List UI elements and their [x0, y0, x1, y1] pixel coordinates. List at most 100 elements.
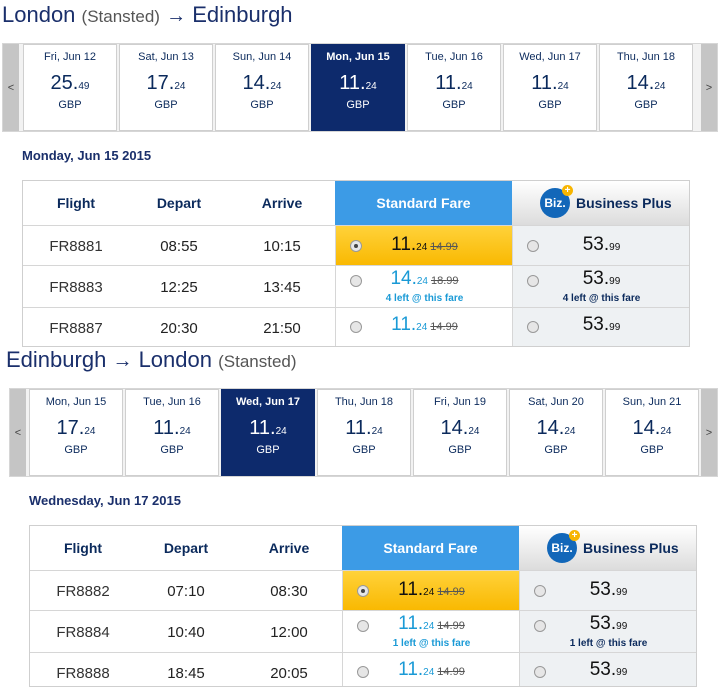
- selected-date-heading: Wednesday, Jun 17 2015: [29, 493, 181, 508]
- date-label: Wed, Jun 17: [519, 51, 581, 63]
- inbound-route-title: Edinburgh → London (Stansted): [6, 347, 297, 373]
- flight-number: FR8882: [56, 582, 110, 600]
- business-plus-option[interactable]: 53.99 1 left @ this fare: [519, 611, 696, 653]
- arrive-time: 20:05: [270, 664, 308, 682]
- date-label: Thu, Jun 18: [334, 396, 394, 408]
- date-tab-selected[interactable]: Mon, Jun 15 11.24 GBP: [311, 44, 405, 131]
- currency-label: GBP: [160, 444, 184, 456]
- next-dates-button[interactable]: >: [701, 44, 717, 131]
- date-tab[interactable]: Sat, Jun 20 14.24 GBP: [509, 389, 603, 476]
- currency-label: GBP: [442, 99, 466, 111]
- fare-price: 53.99: [582, 314, 621, 335]
- outbound-route-title: London (Stansted) → Edinburgh: [2, 2, 293, 28]
- inbound-flight-table: Flight Depart Arrive Standard Fare Biz. +…: [29, 525, 697, 687]
- depart-time: 07:10: [167, 582, 205, 600]
- date-label: Thu, Jun 18: [616, 51, 676, 63]
- destination-city: Edinburgh: [192, 2, 293, 27]
- arrive-time: 12:00: [270, 623, 308, 641]
- standard-fare-option-selected[interactable]: 11.24 14.99: [342, 571, 520, 611]
- date-price: 14.24: [536, 417, 576, 439]
- fare-price: 11.24 14.99: [398, 579, 465, 600]
- date-price: 14.24: [440, 417, 480, 439]
- col-header-arrive: Arrive: [261, 195, 303, 211]
- date-price: 14.24: [632, 417, 672, 439]
- date-label: Mon, Jun 15: [326, 51, 390, 63]
- date-price: 11.24: [249, 417, 287, 439]
- currency-label: GBP: [634, 99, 658, 111]
- date-price: 17.24: [146, 72, 186, 94]
- date-label: Sun, Jun 14: [232, 51, 292, 63]
- selected-date-heading: Monday, Jun 15 2015: [22, 148, 152, 163]
- date-tab-selected[interactable]: Wed, Jun 17 11.24 GBP: [221, 389, 315, 476]
- table-row: FR8882 07:10 08:30 11.24 14.99 53.99: [30, 570, 696, 611]
- date-tab[interactable]: Sun, Jun 21 14.24 GBP: [605, 389, 699, 476]
- col-header-flight: Flight: [56, 195, 96, 211]
- business-plus-option[interactable]: 53.99: [519, 571, 696, 611]
- date-label: Sat, Jun 13: [138, 51, 194, 63]
- route-arrow-icon: →: [166, 5, 187, 27]
- date-tab[interactable]: Fri, Jun 19 14.24 GBP: [413, 389, 507, 476]
- date-tab[interactable]: Thu, Jun 18 14.24 GBP: [599, 44, 693, 131]
- date-tab[interactable]: Sat, Jun 13 17.24 GBP: [119, 44, 213, 131]
- date-label: Sun, Jun 21: [622, 396, 682, 408]
- seats-left-note: 4 left @ this fare: [385, 293, 464, 304]
- destination-airport: (Stansted): [218, 352, 297, 371]
- seats-left-note: 1 left @ this fare: [569, 638, 648, 649]
- depart-time: 08:55: [160, 237, 198, 255]
- fare-price: 53.99: [589, 659, 628, 680]
- inbound-section: Edinburgh → London (Stansted) < > Mon, J…: [0, 345, 719, 687]
- date-tab[interactable]: Sun, Jun 14 14.24 GBP: [215, 44, 309, 131]
- col-header-business-plus: Biz. + Business Plus: [519, 526, 696, 570]
- table-row: FR8888 18:45 20:05 11.24 14.99 53.99: [30, 652, 696, 686]
- currency-label: GBP: [154, 99, 178, 111]
- currency-label: GBP: [64, 444, 88, 456]
- standard-fare-option[interactable]: 11.24 14.99 1 left @ this fare: [342, 611, 520, 653]
- col-header-standard-fare: Standard Fare: [335, 181, 512, 225]
- currency-label: GBP: [58, 99, 82, 111]
- date-label: Wed, Jun 17: [236, 396, 300, 408]
- business-plus-option[interactable]: 53.99: [519, 653, 696, 686]
- standard-fare-option[interactable]: 11.24 14.99: [335, 308, 513, 346]
- date-price: 11.24: [345, 417, 383, 439]
- business-plus-label: Business Plus: [576, 195, 672, 211]
- date-price: 14.24: [242, 72, 282, 94]
- business-plus-option[interactable]: 53.99: [512, 308, 689, 346]
- currency-label: GBP: [346, 99, 370, 111]
- standard-fare-option[interactable]: 14.24 18.99 4 left @ this fare: [335, 266, 513, 308]
- business-plus-option[interactable]: 53.99: [512, 226, 689, 266]
- fare-price: 11.24 14.99: [398, 659, 465, 680]
- fare-price: 53.99: [582, 268, 621, 289]
- date-price: 17.24: [56, 417, 96, 439]
- date-tab[interactable]: Fri, Jun 12 25.49 GBP: [23, 44, 117, 131]
- col-header-standard-fare: Standard Fare: [342, 526, 519, 570]
- date-tab[interactable]: Mon, Jun 15 17.24 GBP: [29, 389, 123, 476]
- date-tab[interactable]: Thu, Jun 18 11.24 GBP: [317, 389, 411, 476]
- fare-price: 11.24 14.99: [391, 314, 458, 335]
- table-row: FR8883 12:25 13:45 14.24 18.99 4 left @ t…: [23, 265, 689, 308]
- table-row: FR8887 20:30 21:50 11.24 14.99 53.99: [23, 307, 689, 346]
- date-tab[interactable]: Tue, Jun 16 11.24 GBP: [125, 389, 219, 476]
- date-tab[interactable]: Tue, Jun 16 11.24 GBP: [407, 44, 501, 131]
- business-plus-label: Business Plus: [583, 540, 679, 556]
- origin-airport: (Stansted): [81, 7, 160, 26]
- date-label: Sat, Jun 20: [528, 396, 584, 408]
- date-price: 11.24: [339, 72, 377, 94]
- flight-number: FR8883: [49, 278, 103, 296]
- standard-fare-option-selected[interactable]: 11.24 14.99: [335, 226, 513, 266]
- depart-time: 10:40: [167, 623, 205, 641]
- route-arrow-icon: →: [112, 350, 133, 372]
- prev-dates-button[interactable]: <: [10, 389, 26, 476]
- arrive-time: 13:45: [263, 278, 301, 296]
- fare-price: 11.24 14.99: [398, 613, 465, 634]
- date-label: Fri, Jun 19: [434, 396, 486, 408]
- fare-price: 11.24 14.99: [391, 234, 458, 255]
- flight-number: FR8887: [49, 319, 103, 337]
- destination-city: London: [138, 347, 212, 372]
- date-tab[interactable]: Wed, Jun 17 11.24 GBP: [503, 44, 597, 131]
- standard-fare-option[interactable]: 11.24 14.99: [342, 653, 520, 686]
- depart-time: 18:45: [167, 664, 205, 682]
- next-dates-button[interactable]: >: [701, 389, 717, 476]
- business-plus-option[interactable]: 53.99 4 left @ this fare: [512, 266, 689, 308]
- prev-dates-button[interactable]: <: [3, 44, 19, 131]
- flight-number: FR8881: [49, 237, 103, 255]
